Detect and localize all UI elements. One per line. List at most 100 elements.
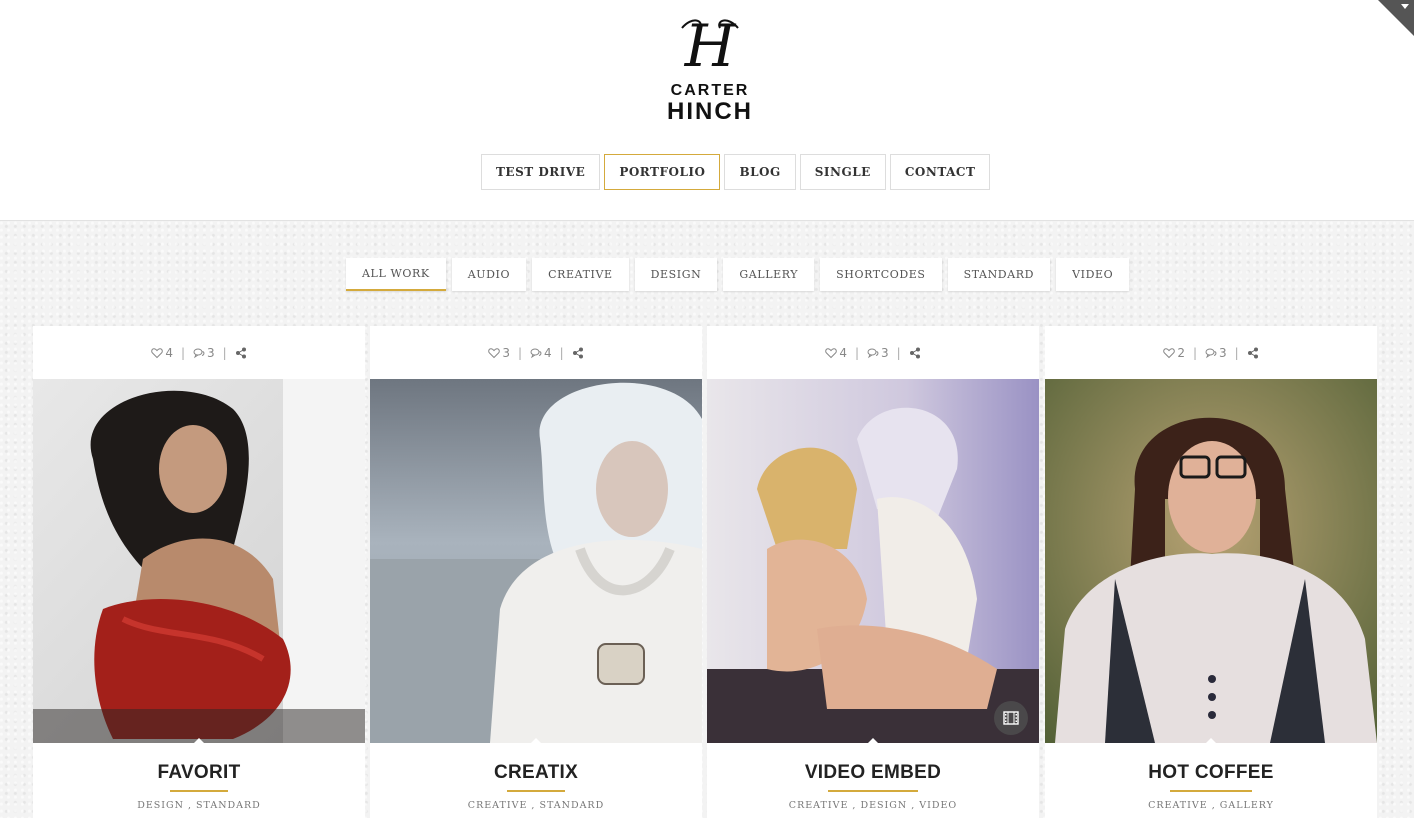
- category-link[interactable]: CREATIVE: [468, 800, 528, 811]
- image-notch: [194, 738, 204, 743]
- like-button[interactable]: 4: [825, 346, 847, 360]
- like-count: 2: [1177, 345, 1185, 360]
- card-image[interactable]: [370, 379, 702, 743]
- comment-count: 3: [881, 345, 889, 360]
- card-image[interactable]: [707, 379, 1039, 743]
- corner-toggle[interactable]: [1378, 0, 1414, 36]
- category-link[interactable]: STANDARD: [196, 800, 261, 811]
- nav-single[interactable]: SINGLE: [799, 154, 886, 190]
- filter-video[interactable]: VIDEO: [1056, 258, 1130, 291]
- meta-separator: |: [180, 345, 185, 360]
- category-link[interactable]: CREATIVE: [1148, 800, 1208, 811]
- category-link[interactable]: CREATIVE: [789, 800, 849, 811]
- portfolio-filters: ALL WORK AUDIO CREATIVE DESIGN GALLERY S…: [346, 258, 1130, 291]
- site-header: H CARTER HINCH TEST DRIVE PORTFOLIO BLOG…: [0, 0, 1414, 221]
- comment-count: 3: [207, 345, 215, 360]
- portfolio-section: ALL WORK AUDIO CREATIVE DESIGN GALLERY S…: [0, 221, 1414, 818]
- film-icon: [1003, 711, 1019, 725]
- meta-separator: |: [222, 345, 227, 360]
- meta-separator: |: [854, 345, 859, 360]
- portfolio-grid: 4 | 3 | FAVORIT DESIGN , STANDARD 3 | 4 …: [33, 326, 1377, 818]
- share-button[interactable]: [235, 347, 247, 359]
- card-categories: DESIGN , STANDARD: [137, 800, 261, 811]
- meta-separator: |: [1234, 345, 1239, 360]
- logo-line-2: HINCH: [667, 98, 753, 125]
- nav-blog[interactable]: BLOG: [724, 154, 796, 190]
- portfolio-card: 4 | 3 |: [33, 326, 365, 818]
- category-link[interactable]: VIDEO: [919, 800, 957, 811]
- comments-icon: [1205, 348, 1217, 358]
- share-button[interactable]: [1247, 347, 1259, 359]
- comments-icon: [193, 348, 205, 358]
- like-count: 4: [165, 345, 173, 360]
- filter-shortcodes[interactable]: SHORTCODES: [820, 258, 942, 291]
- filter-gallery[interactable]: GALLERY: [723, 258, 815, 291]
- share-button[interactable]: [572, 347, 584, 359]
- heart-icon: [1163, 347, 1176, 358]
- logo-monogram: H: [681, 14, 739, 74]
- category-link[interactable]: GALLERY: [1220, 800, 1274, 811]
- card-title[interactable]: FAVORIT: [33, 762, 365, 784]
- comment-button[interactable]: 3: [193, 346, 215, 360]
- portfolio-card: 2 | 3 | HOT COFFEE CREATIVE , GALLERY: [1045, 326, 1377, 818]
- meta-separator: |: [1192, 345, 1197, 360]
- card-categories: CREATIVE , DESIGN , VIDEO: [788, 800, 958, 811]
- share-button[interactable]: [909, 347, 921, 359]
- title-underline: [1170, 790, 1252, 792]
- meta-separator: |: [896, 345, 901, 360]
- filter-all-work[interactable]: ALL WORK: [346, 258, 446, 291]
- portfolio-photo: [707, 379, 1039, 743]
- main-nav: TEST DRIVE PORTFOLIO BLOG SINGLE CONTACT: [481, 154, 991, 190]
- like-button[interactable]: 4: [151, 346, 173, 360]
- like-button[interactable]: 2: [1163, 346, 1185, 360]
- share-icon: [1247, 347, 1258, 358]
- card-image[interactable]: [33, 379, 365, 743]
- nav-portfolio[interactable]: PORTFOLIO: [604, 154, 721, 190]
- video-badge: [994, 701, 1028, 735]
- heart-icon: [825, 347, 838, 358]
- card-title[interactable]: CREATIX: [370, 762, 702, 784]
- logo-mark-letter: H: [684, 14, 737, 74]
- nav-test-drive[interactable]: TEST DRIVE: [481, 154, 601, 190]
- comment-count: 3: [1219, 345, 1227, 360]
- chevron-down-icon: [1401, 4, 1409, 9]
- filter-creative[interactable]: CREATIVE: [532, 258, 629, 291]
- comments-icon: [530, 348, 542, 358]
- like-button[interactable]: 3: [488, 346, 510, 360]
- category-link[interactable]: STANDARD: [539, 800, 604, 811]
- filter-standard[interactable]: STANDARD: [947, 258, 1051, 291]
- title-underline: [507, 790, 565, 792]
- like-count: 3: [502, 345, 510, 360]
- comment-count: 4: [544, 345, 552, 360]
- portfolio-photo: [1045, 379, 1377, 743]
- nav-contact[interactable]: CONTACT: [889, 154, 991, 190]
- image-notch: [868, 738, 878, 743]
- meta-separator: |: [517, 345, 522, 360]
- site-logo[interactable]: H CARTER HINCH: [642, 10, 778, 125]
- share-icon: [572, 347, 583, 358]
- card-categories: CREATIVE , GALLERY: [1148, 800, 1274, 811]
- card-image[interactable]: [1045, 379, 1377, 743]
- share-icon: [909, 347, 920, 358]
- image-notch: [531, 738, 541, 743]
- card-title[interactable]: HOT COFFEE: [1045, 762, 1377, 784]
- portfolio-photo: [370, 379, 702, 743]
- image-notch: [1206, 738, 1216, 743]
- filter-design[interactable]: DESIGN: [634, 258, 718, 291]
- title-underline: [828, 790, 918, 792]
- comment-button[interactable]: 3: [1205, 346, 1227, 360]
- comment-button[interactable]: 4: [530, 346, 552, 360]
- title-underline: [170, 790, 228, 792]
- heart-icon: [151, 347, 164, 358]
- portfolio-photo: [33, 379, 365, 743]
- card-title[interactable]: VIDEO EMBED: [707, 762, 1039, 784]
- share-icon: [235, 347, 246, 358]
- category-link[interactable]: DESIGN: [860, 800, 907, 811]
- category-link[interactable]: DESIGN: [137, 800, 184, 811]
- card-meta: 4 | 3 |: [33, 326, 365, 379]
- heart-icon: [488, 347, 501, 358]
- portfolio-card: 4 | 3 |: [707, 326, 1039, 818]
- comment-button[interactable]: 3: [867, 346, 889, 360]
- comments-icon: [867, 348, 879, 358]
- filter-audio[interactable]: AUDIO: [451, 258, 527, 291]
